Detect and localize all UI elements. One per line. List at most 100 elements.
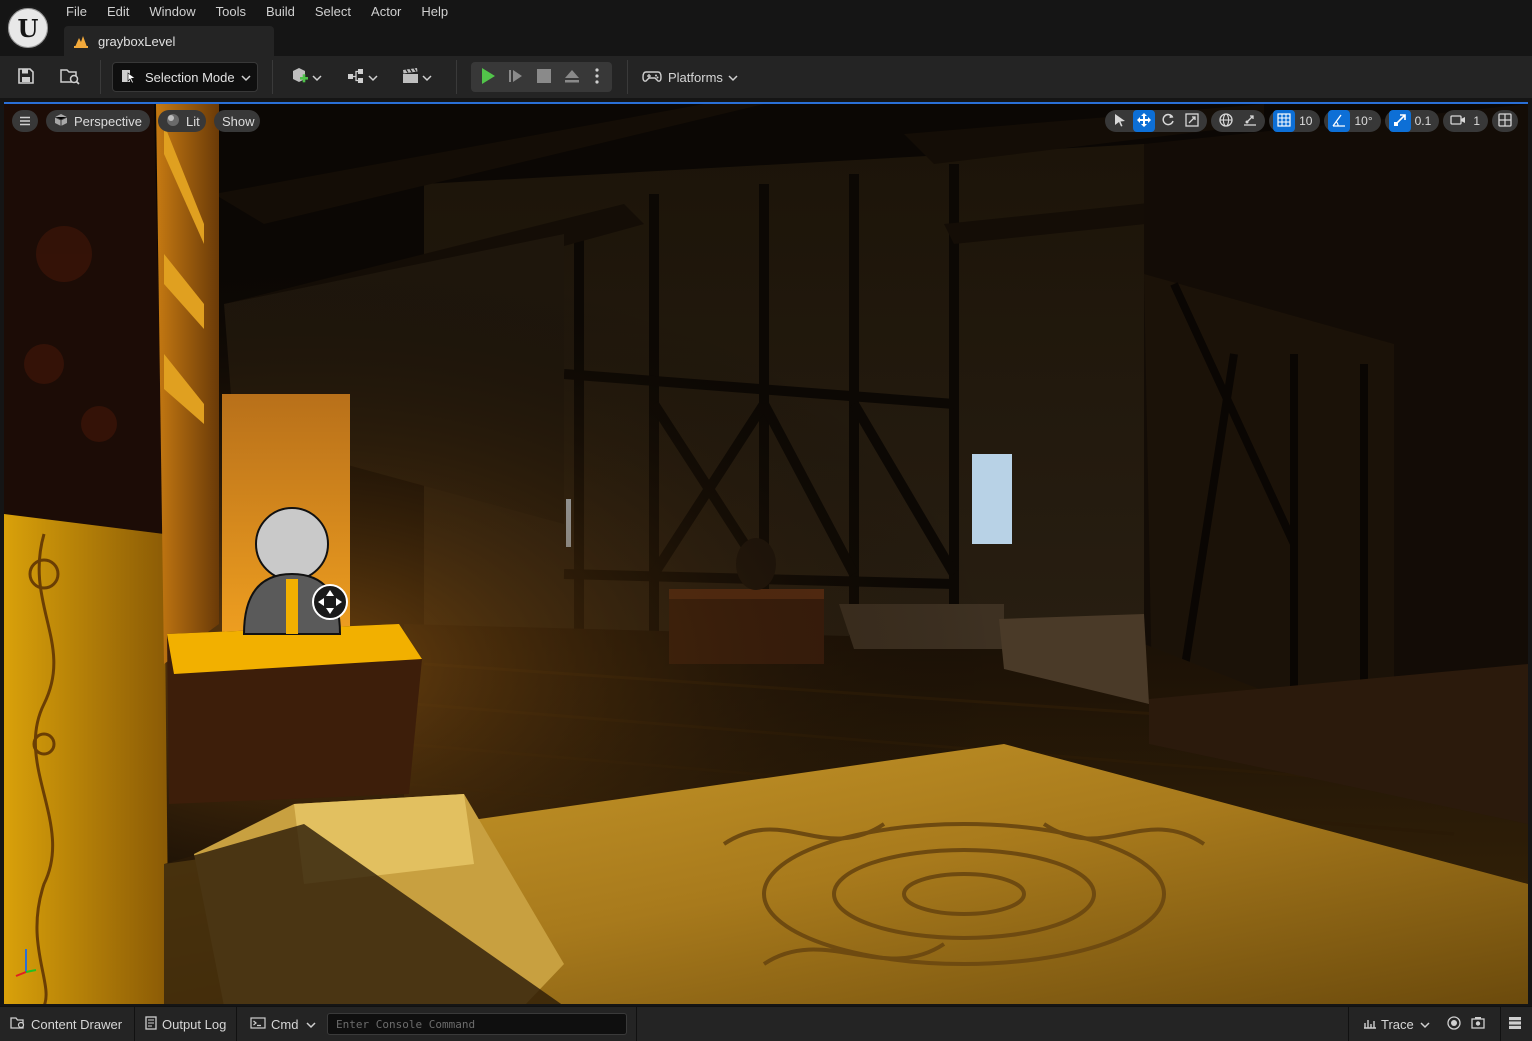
trace-dropdown[interactable]: Trace — [1363, 1007, 1430, 1041]
menu-tools[interactable]: Tools — [206, 0, 256, 24]
advance-frame-button[interactable] — [503, 62, 529, 92]
add-actor-button[interactable] — [286, 62, 326, 92]
status-bar: Content Drawer Output Log Cmd Trace — [0, 1006, 1532, 1041]
clapperboard-icon — [400, 67, 422, 88]
stop-button[interactable] — [531, 62, 557, 92]
menu-select[interactable]: Select — [305, 0, 361, 24]
level-icon — [74, 34, 88, 48]
left-wall-upper — [4, 104, 164, 534]
lighting-mode-label: Lit — [186, 113, 200, 129]
selection-mode-dropdown[interactable]: Selection Mode — [112, 62, 258, 92]
menu-edit[interactable]: Edit — [97, 0, 139, 24]
grid-snap-value[interactable]: 10 — [1297, 114, 1316, 128]
surface-snap-button[interactable] — [1239, 110, 1261, 132]
screenshot-button[interactable] — [1471, 1007, 1487, 1041]
status-separator — [134, 1007, 135, 1041]
transform-mode-group — [1105, 110, 1208, 132]
content-drawer-icon — [10, 1016, 26, 1033]
content-drawer-button[interactable]: Content Drawer — [10, 1007, 122, 1041]
play-controls — [471, 62, 612, 92]
stop-icon — [537, 68, 551, 86]
unreal-logo-icon[interactable]: U — [6, 6, 50, 50]
rotation-snap-group: 10° — [1324, 110, 1381, 132]
menu-actor[interactable]: Actor — [361, 0, 411, 24]
rotation-snap-value[interactable]: 10° — [1352, 114, 1376, 128]
record-button[interactable] — [1447, 1007, 1463, 1041]
more-options-icon — [595, 67, 599, 87]
cinematics-button[interactable] — [396, 62, 436, 92]
camera-speed-button[interactable] — [1447, 110, 1469, 132]
scale-snap-group: 0.1 — [1384, 110, 1440, 132]
toolbar-separator — [100, 60, 101, 94]
console-command-input[interactable] — [327, 1013, 627, 1035]
selection-mode-label: Selection Mode — [145, 69, 235, 85]
viewport-menu-button[interactable] — [12, 110, 38, 132]
chevron-down-icon — [422, 70, 432, 85]
status-separator — [1348, 1007, 1349, 1041]
main-toolbar: Selection Mode Platforms — [0, 56, 1532, 98]
camera-speed-value[interactable]: 1 — [1471, 114, 1484, 128]
play-button[interactable] — [475, 62, 501, 92]
selection-mode-icon — [121, 68, 137, 87]
chevron-down-icon — [1420, 1017, 1430, 1032]
menu-file[interactable]: File — [56, 0, 97, 24]
cmd-dropdown[interactable]: Cmd — [250, 1007, 316, 1041]
trace-icon — [1363, 1017, 1377, 1032]
viewport-layout-button[interactable] — [1494, 110, 1516, 132]
derived-data-button[interactable] — [1508, 1007, 1528, 1041]
scene-render[interactable] — [4, 104, 1528, 1004]
hamburger-icon — [19, 114, 31, 129]
scale-snap-value[interactable]: 0.1 — [1413, 114, 1436, 128]
menu-build[interactable]: Build — [256, 0, 305, 24]
angle-icon — [1332, 113, 1346, 130]
rotation-snap-toggle[interactable] — [1328, 110, 1351, 132]
scale-snap-toggle[interactable] — [1388, 110, 1411, 132]
surface-snap-icon — [1243, 113, 1257, 130]
save-button[interactable] — [12, 62, 40, 92]
play-options-button[interactable] — [587, 62, 607, 92]
grid-snap-toggle[interactable] — [1273, 110, 1296, 132]
save-icon — [17, 67, 35, 88]
content-browser-icon — [59, 67, 81, 88]
platforms-dropdown[interactable]: Platforms — [642, 62, 742, 92]
show-flags-dropdown[interactable]: Show — [214, 110, 260, 132]
status-separator — [636, 1007, 637, 1041]
view-mode-dropdown[interactable]: Perspective — [46, 110, 150, 132]
world-space-button[interactable] — [1215, 110, 1237, 132]
cursor-icon — [1114, 113, 1126, 130]
platforms-label: Platforms — [668, 69, 723, 85]
select-tool-button[interactable] — [1109, 110, 1131, 132]
scale-tool-button[interactable] — [1181, 110, 1203, 132]
translate-tool-button[interactable] — [1133, 110, 1156, 132]
blueprints-button[interactable] — [342, 62, 382, 92]
output-log-label: Output Log — [162, 1017, 227, 1032]
left-wall-panel — [4, 514, 169, 1004]
browse-button[interactable] — [56, 62, 84, 92]
move-arrows-icon — [1137, 112, 1152, 130]
eject-button[interactable] — [559, 62, 585, 92]
toolbar-separator — [456, 60, 457, 94]
level-viewport[interactable]: Perspective Lit Show 10 10° 0.1 1 — [4, 102, 1528, 1004]
rotate-tool-button[interactable] — [1157, 110, 1179, 132]
lighting-mode-dropdown[interactable]: Lit — [158, 110, 206, 132]
output-log-icon — [145, 1016, 157, 1033]
grid-snap-group: 10 — [1269, 110, 1321, 132]
toolbar-separator — [272, 60, 273, 94]
chevron-down-icon — [306, 1017, 316, 1032]
menu-help[interactable]: Help — [411, 0, 458, 24]
level-tab-label: grayboxLevel — [98, 33, 176, 49]
menu-window[interactable]: Window — [139, 0, 205, 24]
cmd-label: Cmd — [271, 1017, 299, 1032]
toolbar-separator — [627, 60, 628, 94]
status-separator — [236, 1007, 237, 1041]
play-icon — [480, 67, 496, 88]
cube-icon — [54, 113, 68, 130]
globe-icon — [1219, 112, 1233, 130]
camera-speed-group[interactable]: 1 — [1443, 110, 1488, 132]
status-separator — [1500, 1007, 1501, 1041]
level-tab[interactable]: grayboxLevel — [64, 26, 274, 56]
screenshot-icon — [1471, 1016, 1485, 1033]
terminal-icon — [250, 1017, 266, 1032]
menu-bar: File Edit Window Tools Build Select Acto… — [56, 0, 458, 24]
output-log-button[interactable]: Output Log — [145, 1007, 226, 1041]
